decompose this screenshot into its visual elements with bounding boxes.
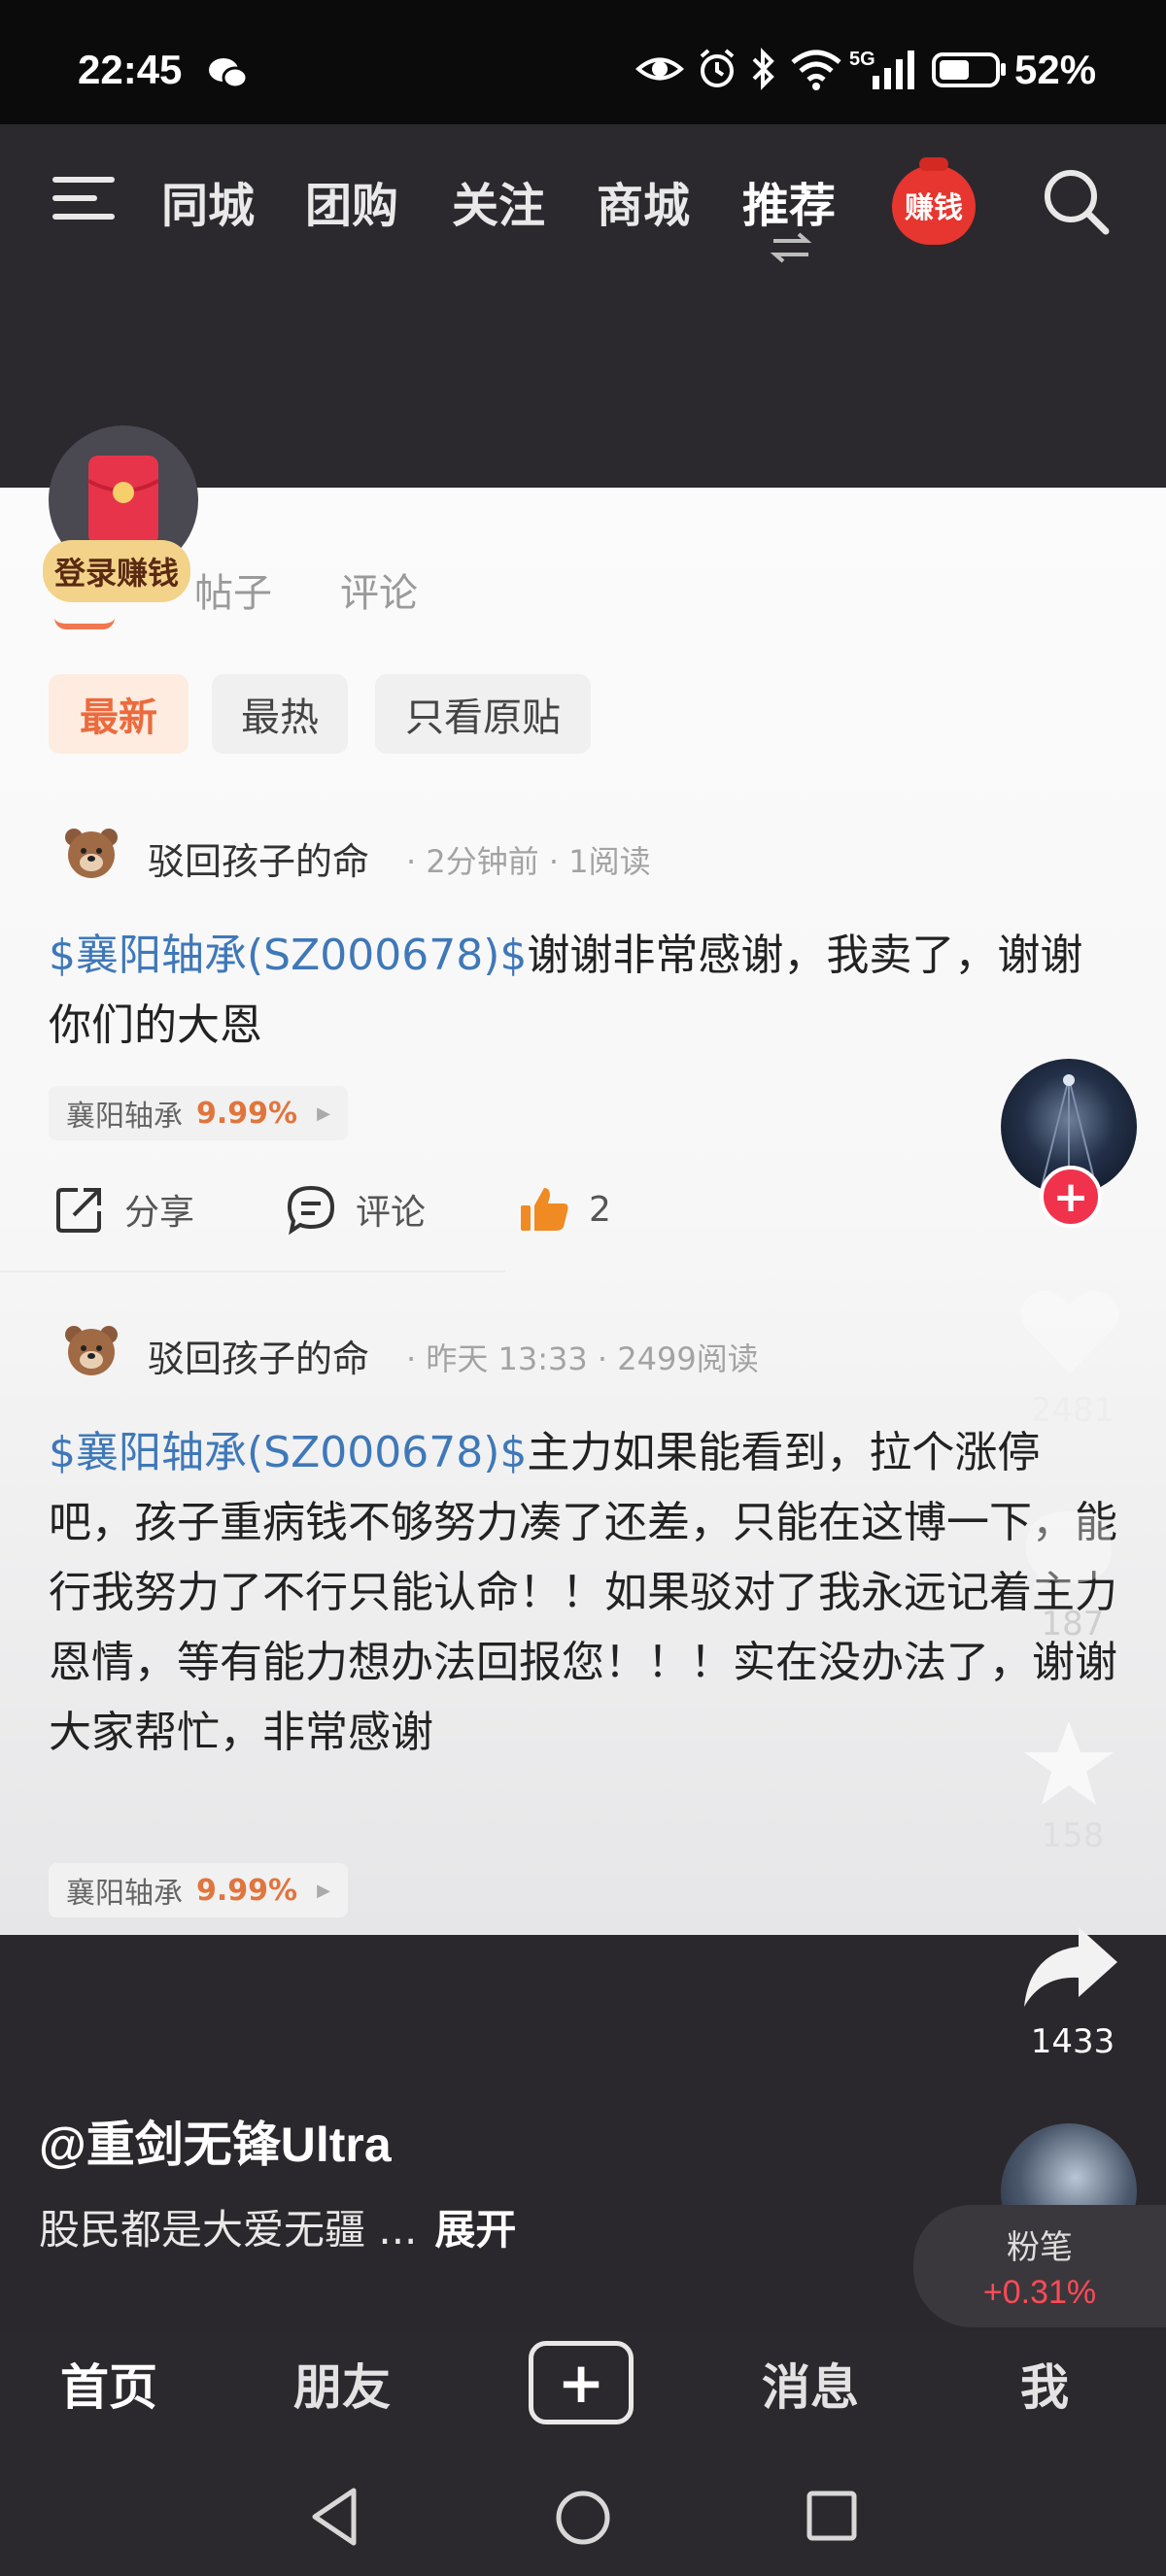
stock-tag-percent: 9.99% <box>196 1096 298 1131</box>
chevron-right-icon: ▶ <box>317 1880 330 1901</box>
back-icon[interactable] <box>309 2487 360 2547</box>
swap-icon[interactable] <box>770 231 812 264</box>
stock-tag: 襄阳轴承 9.99% ▶ <box>49 1086 348 1140</box>
filter-original-only: 只看原贴 <box>375 674 591 754</box>
alarm-icon <box>700 49 735 87</box>
nav-messages[interactable]: 消息 <box>762 2349 859 2419</box>
login-earn-button[interactable]: 登录赚钱 <box>43 540 191 602</box>
stock-tag: 襄阳轴承 9.99% ▶ <box>49 1863 348 1917</box>
bluetooth-icon <box>752 48 774 90</box>
bear-avatar-icon <box>65 1326 118 1375</box>
wechat-icon <box>209 58 249 89</box>
comment-action: 评论 <box>284 1181 426 1237</box>
tab-local[interactable]: 同城 <box>161 167 255 235</box>
stock-tag-name: 襄阳轴承 <box>66 1877 183 1911</box>
comment-icon <box>287 1185 335 1236</box>
tab-comments: 评论 <box>340 571 418 616</box>
earn-money-button[interactable]: 赚钱 <box>892 157 976 245</box>
like-count: 2 <box>589 1189 611 1230</box>
tab-posts: 帖子 <box>194 571 272 616</box>
filter-newest: 最新 <box>49 674 189 754</box>
share-action: 分享 <box>52 1181 194 1237</box>
nav-friends[interactable]: 朋友 <box>293 2349 391 2419</box>
battery-icon <box>932 52 1006 87</box>
like-action: 2 <box>517 1181 611 1237</box>
recent-apps-icon[interactable] <box>805 2489 859 2543</box>
wifi-icon <box>791 50 841 90</box>
post-body: $襄阳轴承(SZ000678)$谢谢非常感谢，我卖了，谢谢你们的大恩 <box>49 921 1117 1061</box>
comment-bubble-icon[interactable] <box>1020 1506 1117 1599</box>
follow-button[interactable]: + <box>1040 1166 1102 1228</box>
comments-count: 187 <box>1041 1605 1105 1644</box>
divider <box>0 1271 505 1272</box>
red-envelope-icon <box>87 456 159 545</box>
share-arrow-icon[interactable] <box>1020 1923 1121 2011</box>
bear-avatar-icon <box>65 829 118 878</box>
tab-following[interactable]: 关注 <box>452 167 545 235</box>
stock-card-name: 粉笔 <box>1007 2228 1073 2267</box>
eye-icon <box>635 57 684 81</box>
post-author: 驳回孩子的命 <box>148 840 370 883</box>
nav-me[interactable]: 我 <box>1020 2349 1069 2419</box>
search-icon[interactable] <box>1040 165 1112 237</box>
post-author: 驳回孩子的命 <box>148 1338 370 1380</box>
tab-recommended[interactable]: 推荐 <box>742 167 836 235</box>
post-body: $襄阳轴承(SZ000678)$主力如果能看到，拉个涨停吧，孩子重病钱不够努力凑… <box>49 1418 1117 1768</box>
heart-icon[interactable] <box>1016 1284 1123 1381</box>
earn-money-label: 赚钱 <box>905 191 963 225</box>
video-caption: 股民都是大爱无疆 ... 展开 <box>39 2197 516 2256</box>
stock-card[interactable]: 粉笔 +0.31% <box>913 2205 1166 2327</box>
post-meta: · 2分钟前 · 1阅读 <box>406 843 651 880</box>
post-meta: · 昨天 13:33 · 2499阅读 <box>406 1340 759 1377</box>
battery-percentage: 52% <box>1014 47 1097 92</box>
stock-card-percent: +0.31% <box>982 2274 1097 2311</box>
active-tab-indicator <box>54 618 115 629</box>
expand-caption-button[interactable]: 展开 <box>434 2206 516 2254</box>
likes-count: 2481 <box>1030 1391 1115 1430</box>
menu-icon[interactable] <box>51 173 119 223</box>
filter-hottest: 最热 <box>212 674 348 754</box>
caption-text: 股民都是大爱无疆 ... <box>39 2206 418 2254</box>
chevron-right-icon: ▶ <box>317 1102 330 1124</box>
tab-mall[interactable]: 商城 <box>597 167 690 235</box>
stock-cashtag: $襄阳轴承(SZ000678)$ <box>49 931 528 980</box>
signal-icon <box>873 51 914 89</box>
tab-group-buy[interactable]: 团购 <box>305 167 398 235</box>
thumbs-up-icon <box>521 1188 568 1231</box>
nav-home[interactable]: 首页 <box>60 2349 157 2419</box>
stock-cashtag: $襄阳轴承(SZ000678)$ <box>49 1428 528 1477</box>
shares-count: 1433 <box>1030 2022 1115 2061</box>
stock-tag-percent: 9.99% <box>196 1873 298 1908</box>
comment-label: 评论 <box>356 1193 427 1233</box>
share-label: 分享 <box>124 1193 195 1233</box>
clock: 22:45 <box>78 47 183 92</box>
stock-tag-name: 襄阳轴承 <box>66 1100 183 1134</box>
star-icon[interactable] <box>1020 1717 1117 1811</box>
home-circle-icon[interactable] <box>554 2489 612 2547</box>
create-post-button[interactable]: + <box>529 2341 634 2424</box>
share-icon <box>56 1188 101 1233</box>
favorites-count: 158 <box>1041 1816 1105 1855</box>
author-handle[interactable]: @重剑无锋Ultra <box>39 2106 392 2176</box>
